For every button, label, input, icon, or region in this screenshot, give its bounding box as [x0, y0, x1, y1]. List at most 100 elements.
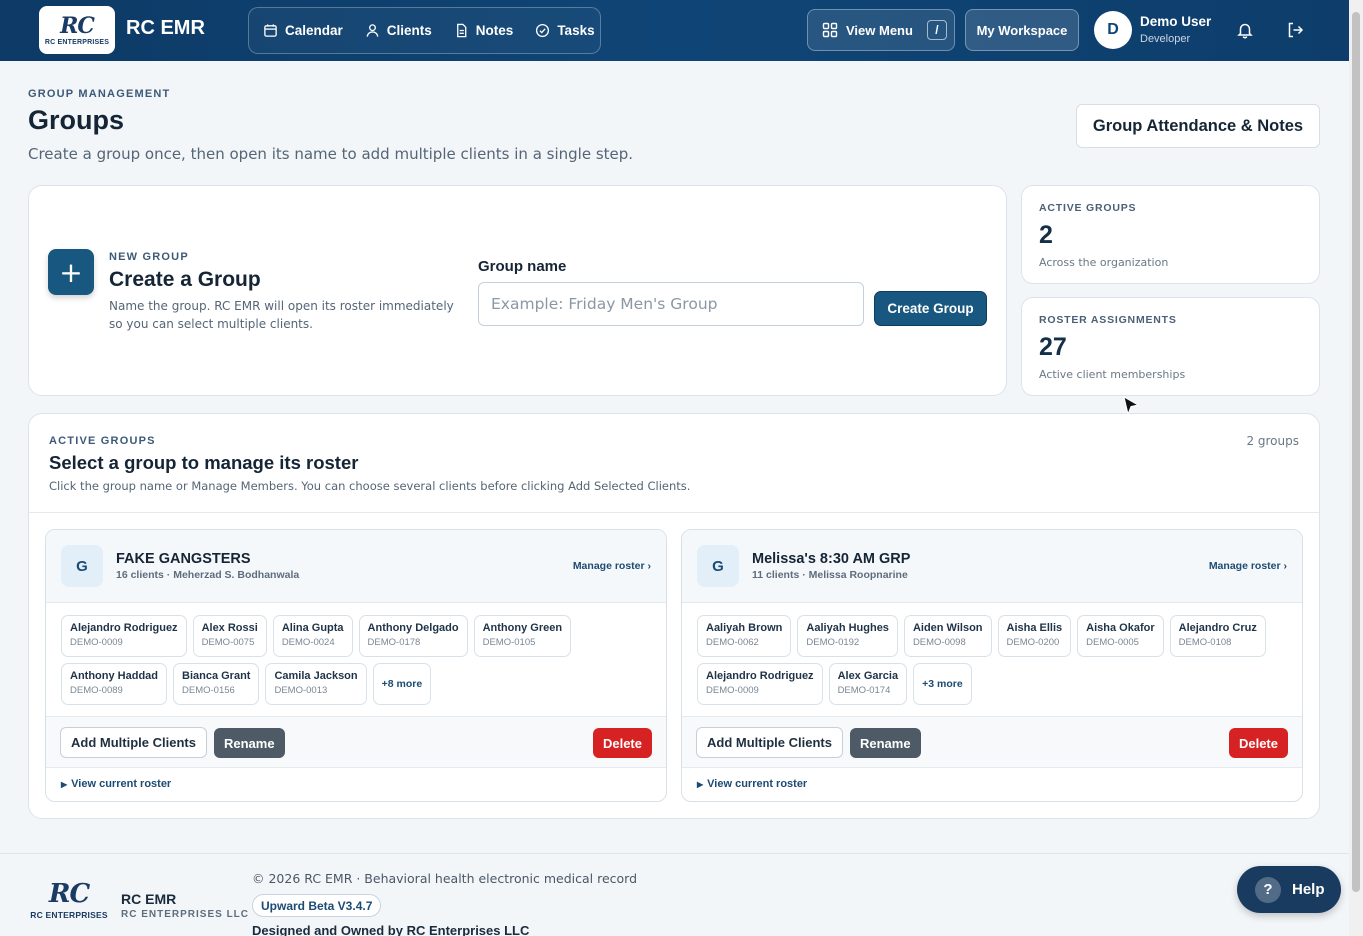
client-name: Anthony Green — [482, 622, 563, 634]
document-icon — [456, 23, 467, 38]
view-current-roster-toggle[interactable]: ▶ View current roster — [697, 778, 807, 790]
rename-button[interactable]: Rename — [214, 728, 285, 758]
bell-icon[interactable] — [1236, 21, 1254, 39]
delete-button[interactable]: Delete — [592, 728, 652, 758]
nav-notes-label: Notes — [475, 23, 514, 38]
client-id: DEMO-0098 — [912, 637, 966, 648]
client-id: DEMO-0108 — [1178, 637, 1232, 648]
new-group-eyebrow: NEW GROUP — [109, 251, 189, 263]
groups-panel-title: Select a group to manage its roster — [49, 452, 359, 473]
client-chip: Aiden Wilson DEMO-0098 — [903, 615, 992, 657]
client-chip: Anthony Green DEMO-0105 — [473, 615, 572, 657]
check-circle-icon — [536, 23, 550, 38]
stat-label: ACTIVE GROUPS — [1039, 202, 1137, 214]
create-group-description: Name the group. RC EMR will open its ros… — [109, 299, 454, 331]
nav-calendar[interactable]: Calendar — [263, 23, 343, 38]
client-name: Aaliyah Hughes — [806, 622, 889, 634]
user-name[interactable]: Demo User — [1140, 14, 1211, 29]
more-clients-chip[interactable]: +8 more — [372, 663, 432, 705]
nav-clients[interactable]: Clients — [365, 23, 432, 38]
stat-label: ROSTER ASSIGNMENTS — [1039, 314, 1177, 326]
client-id: DEMO-0174 — [837, 685, 891, 696]
logout-icon[interactable] — [1286, 21, 1304, 39]
client-name: Alejandro Rodriguez — [706, 670, 814, 682]
mouse-cursor-icon — [1123, 395, 1140, 416]
nav-tasks-label: Tasks — [557, 23, 595, 38]
client-chip: Anthony Delgado DEMO-0178 — [358, 615, 468, 657]
footer-brand: RC EMR — [121, 891, 177, 907]
view-menu-button[interactable]: View Menu / — [807, 9, 955, 51]
client-name: Aisha Ellis — [1006, 622, 1063, 634]
client-chip: Aisha Ellis DEMO-0200 — [997, 615, 1072, 657]
scrollbar-thumb[interactable] — [1352, 12, 1360, 892]
client-id: DEMO-0089 — [70, 685, 123, 696]
group-meta: 16 clients · Meherzad S. Bodhanwala — [116, 569, 300, 581]
footer-logo-mark: RC — [48, 879, 90, 909]
my-workspace-button[interactable]: My Workspace — [965, 9, 1079, 51]
client-chip: Aaliyah Brown DEMO-0062 — [697, 615, 792, 657]
help-button[interactable]: ? Help — [1237, 866, 1341, 913]
question-icon: ? — [1255, 876, 1281, 903]
nav-notes[interactable]: Notes — [454, 23, 514, 38]
client-name: Alex Garcia — [837, 670, 899, 682]
client-id: DEMO-0013 — [274, 685, 328, 696]
group-attendance-notes-button[interactable]: Group Attendance & Notes — [1076, 104, 1320, 148]
group-name-link[interactable]: FAKE GANGSTERS — [116, 551, 251, 567]
add-multiple-clients-button[interactable]: Add Multiple Clients — [60, 727, 207, 758]
stat-value: 2 — [1039, 221, 1053, 249]
footer-logo: RC RC ENTERPRISES — [26, 880, 112, 928]
brand-name: RC EMR — [126, 17, 205, 39]
client-name: Aisha Okafor — [1086, 622, 1155, 634]
create-group-title: Create a Group — [109, 268, 261, 291]
client-name: Alina Gupta — [281, 622, 344, 634]
manage-roster-link[interactable]: Manage roster › — [1209, 560, 1287, 572]
stat-description: Across the organization — [1039, 256, 1169, 269]
client-id: DEMO-0005 — [1086, 637, 1139, 648]
view-current-roster-toggle[interactable]: ▶ View current roster — [61, 778, 171, 790]
version-badge: Upward Beta V3.4.7 — [252, 894, 382, 917]
main-nav: Calendar Clients Notes Tasks — [248, 7, 601, 54]
add-multiple-clients-button[interactable]: Add Multiple Clients — [696, 727, 843, 758]
grid-icon — [822, 22, 838, 38]
more-clients-chip[interactable]: +3 more — [913, 663, 972, 705]
shortcut-key: / — [926, 20, 947, 40]
create-group-button[interactable]: Create Group — [874, 291, 987, 326]
group-name-link[interactable]: Melissa's 8:30 AM GRP — [752, 551, 910, 567]
client-id: DEMO-0062 — [706, 637, 759, 648]
client-id: DEMO-0192 — [806, 637, 860, 648]
client-chip: Alex Garcia DEMO-0174 — [828, 663, 908, 705]
nav-calendar-label: Calendar — [285, 23, 343, 38]
delete-button[interactable]: Delete — [1228, 728, 1288, 758]
group-meta: 11 clients · Melissa Roopnarine — [752, 569, 908, 581]
footer-copyright: © 2026 RC EMR · Behavioral health electr… — [252, 871, 638, 886]
client-chip: Aaliyah Hughes DEMO-0192 — [797, 615, 898, 657]
group-name-input[interactable] — [478, 282, 864, 326]
client-chip: Camila Jackson DEMO-0013 — [265, 663, 367, 705]
stat-card-roster-assignments: ROSTER ASSIGNMENTS 27 Active client memb… — [1021, 297, 1320, 396]
stat-description: Active client memberships — [1039, 368, 1186, 381]
user-avatar[interactable]: D — [1094, 11, 1132, 49]
groups-count: 2 groups — [1246, 434, 1299, 448]
client-name: Anthony Delgado — [367, 622, 459, 634]
group-card: G FAKE GANGSTERS 16 clients · Meherzad S… — [45, 529, 667, 802]
footer-logo-subtext: RC ENTERPRISES — [30, 910, 108, 920]
client-chip: Bianca Grant DEMO-0156 — [173, 663, 260, 705]
manage-roster-link[interactable]: Manage roster › — [573, 560, 651, 572]
client-id: DEMO-0075 — [201, 637, 255, 648]
client-name: Anthony Haddad — [70, 670, 158, 682]
person-icon — [366, 24, 379, 37]
rename-button[interactable]: Rename — [850, 728, 921, 758]
group-card-header: G FAKE GANGSTERS 16 clients · Meherzad S… — [46, 530, 666, 603]
view-roster-label: View current roster — [71, 778, 172, 790]
calendar-icon — [264, 24, 277, 37]
view-roster-label: View current roster — [707, 778, 808, 790]
plus-icon[interactable]: + — [48, 249, 94, 295]
nav-tasks[interactable]: Tasks — [535, 23, 595, 38]
client-chip: Alex Rossi DEMO-0075 — [192, 615, 267, 657]
client-name: Aiden Wilson — [912, 622, 983, 634]
app-logo[interactable]: RC RC ENTERPRISES — [39, 6, 115, 54]
group-card-header: G Melissa's 8:30 AM GRP 11 clients · Mel… — [682, 530, 1302, 603]
triangle-right-icon: ▶ — [61, 780, 68, 789]
footer-ownership: Designed and Owned by RC Enterprises LLC — [252, 923, 530, 936]
stat-card-active-groups: ACTIVE GROUPS 2 Across the organization — [1021, 185, 1320, 284]
